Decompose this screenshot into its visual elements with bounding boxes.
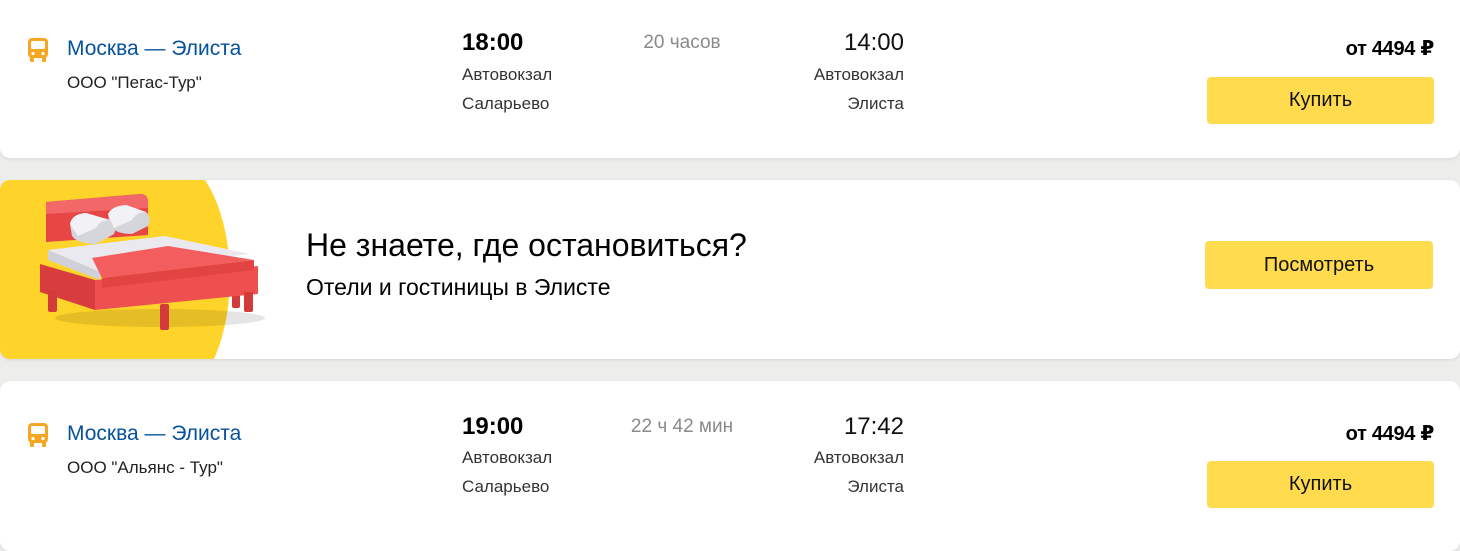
arrival-time: 17:42 (843, 413, 904, 440)
carrier-name: ООО "Пегас-Тур" (67, 73, 202, 92)
departure-station-line1: Автовокзал (462, 448, 553, 467)
arrival-time: 14:00 (843, 29, 904, 56)
bus-icon (28, 423, 48, 447)
departure-station: Автовокзал Саларьево (462, 60, 552, 118)
departure-station: Автовокзал Саларьево (462, 443, 552, 501)
departure-time: 18:00 (462, 29, 524, 56)
bed-icon (0, 180, 265, 359)
buy-button[interactable]: Купить (1207, 461, 1434, 508)
view-hotels-button[interactable]: Посмотреть (1205, 241, 1433, 289)
carrier-name: ООО "Альянс - Тур" (67, 458, 223, 477)
arrival-station-line1: Автовокзал (813, 65, 904, 84)
hotel-promo-banner[interactable]: Не знаете, где остановиться? Отели и гос… (0, 180, 1460, 359)
bus-icon (28, 38, 48, 62)
arrival-station-line2: Элиста (847, 477, 904, 496)
promo-title: Не знаете, где остановиться? (306, 227, 747, 263)
arrival-station-line1: Автовокзал (813, 448, 904, 467)
departure-station-line1: Автовокзал (462, 65, 553, 84)
arrival-station: Автовокзал Элиста (814, 443, 904, 501)
departure-time: 19:00 (462, 413, 524, 440)
price: от 4494 ₽ (1345, 38, 1435, 60)
route-link[interactable]: Москва — Элиста (67, 37, 241, 61)
price: от 4494 ₽ (1345, 423, 1435, 445)
departure-station-line2: Саларьево (462, 477, 550, 496)
departure-station-line2: Саларьево (462, 94, 550, 113)
trip-duration: 20 часов (643, 32, 721, 53)
route-link[interactable]: Москва — Элиста (67, 422, 241, 446)
arrival-station-line2: Элиста (847, 94, 904, 113)
trip-duration: 22 ч 42 мин (630, 416, 734, 437)
trip-card: Москва — Элиста ООО "Пегас-Тур" 18:00 20… (0, 0, 1460, 158)
trip-card: Москва — Элиста ООО "Альянс - Тур" 19:00… (0, 381, 1460, 551)
buy-button[interactable]: Купить (1207, 77, 1434, 124)
promo-subtitle: Отели и гостиницы в Элисте (306, 274, 611, 300)
arrival-station: Автовокзал Элиста (814, 60, 904, 118)
